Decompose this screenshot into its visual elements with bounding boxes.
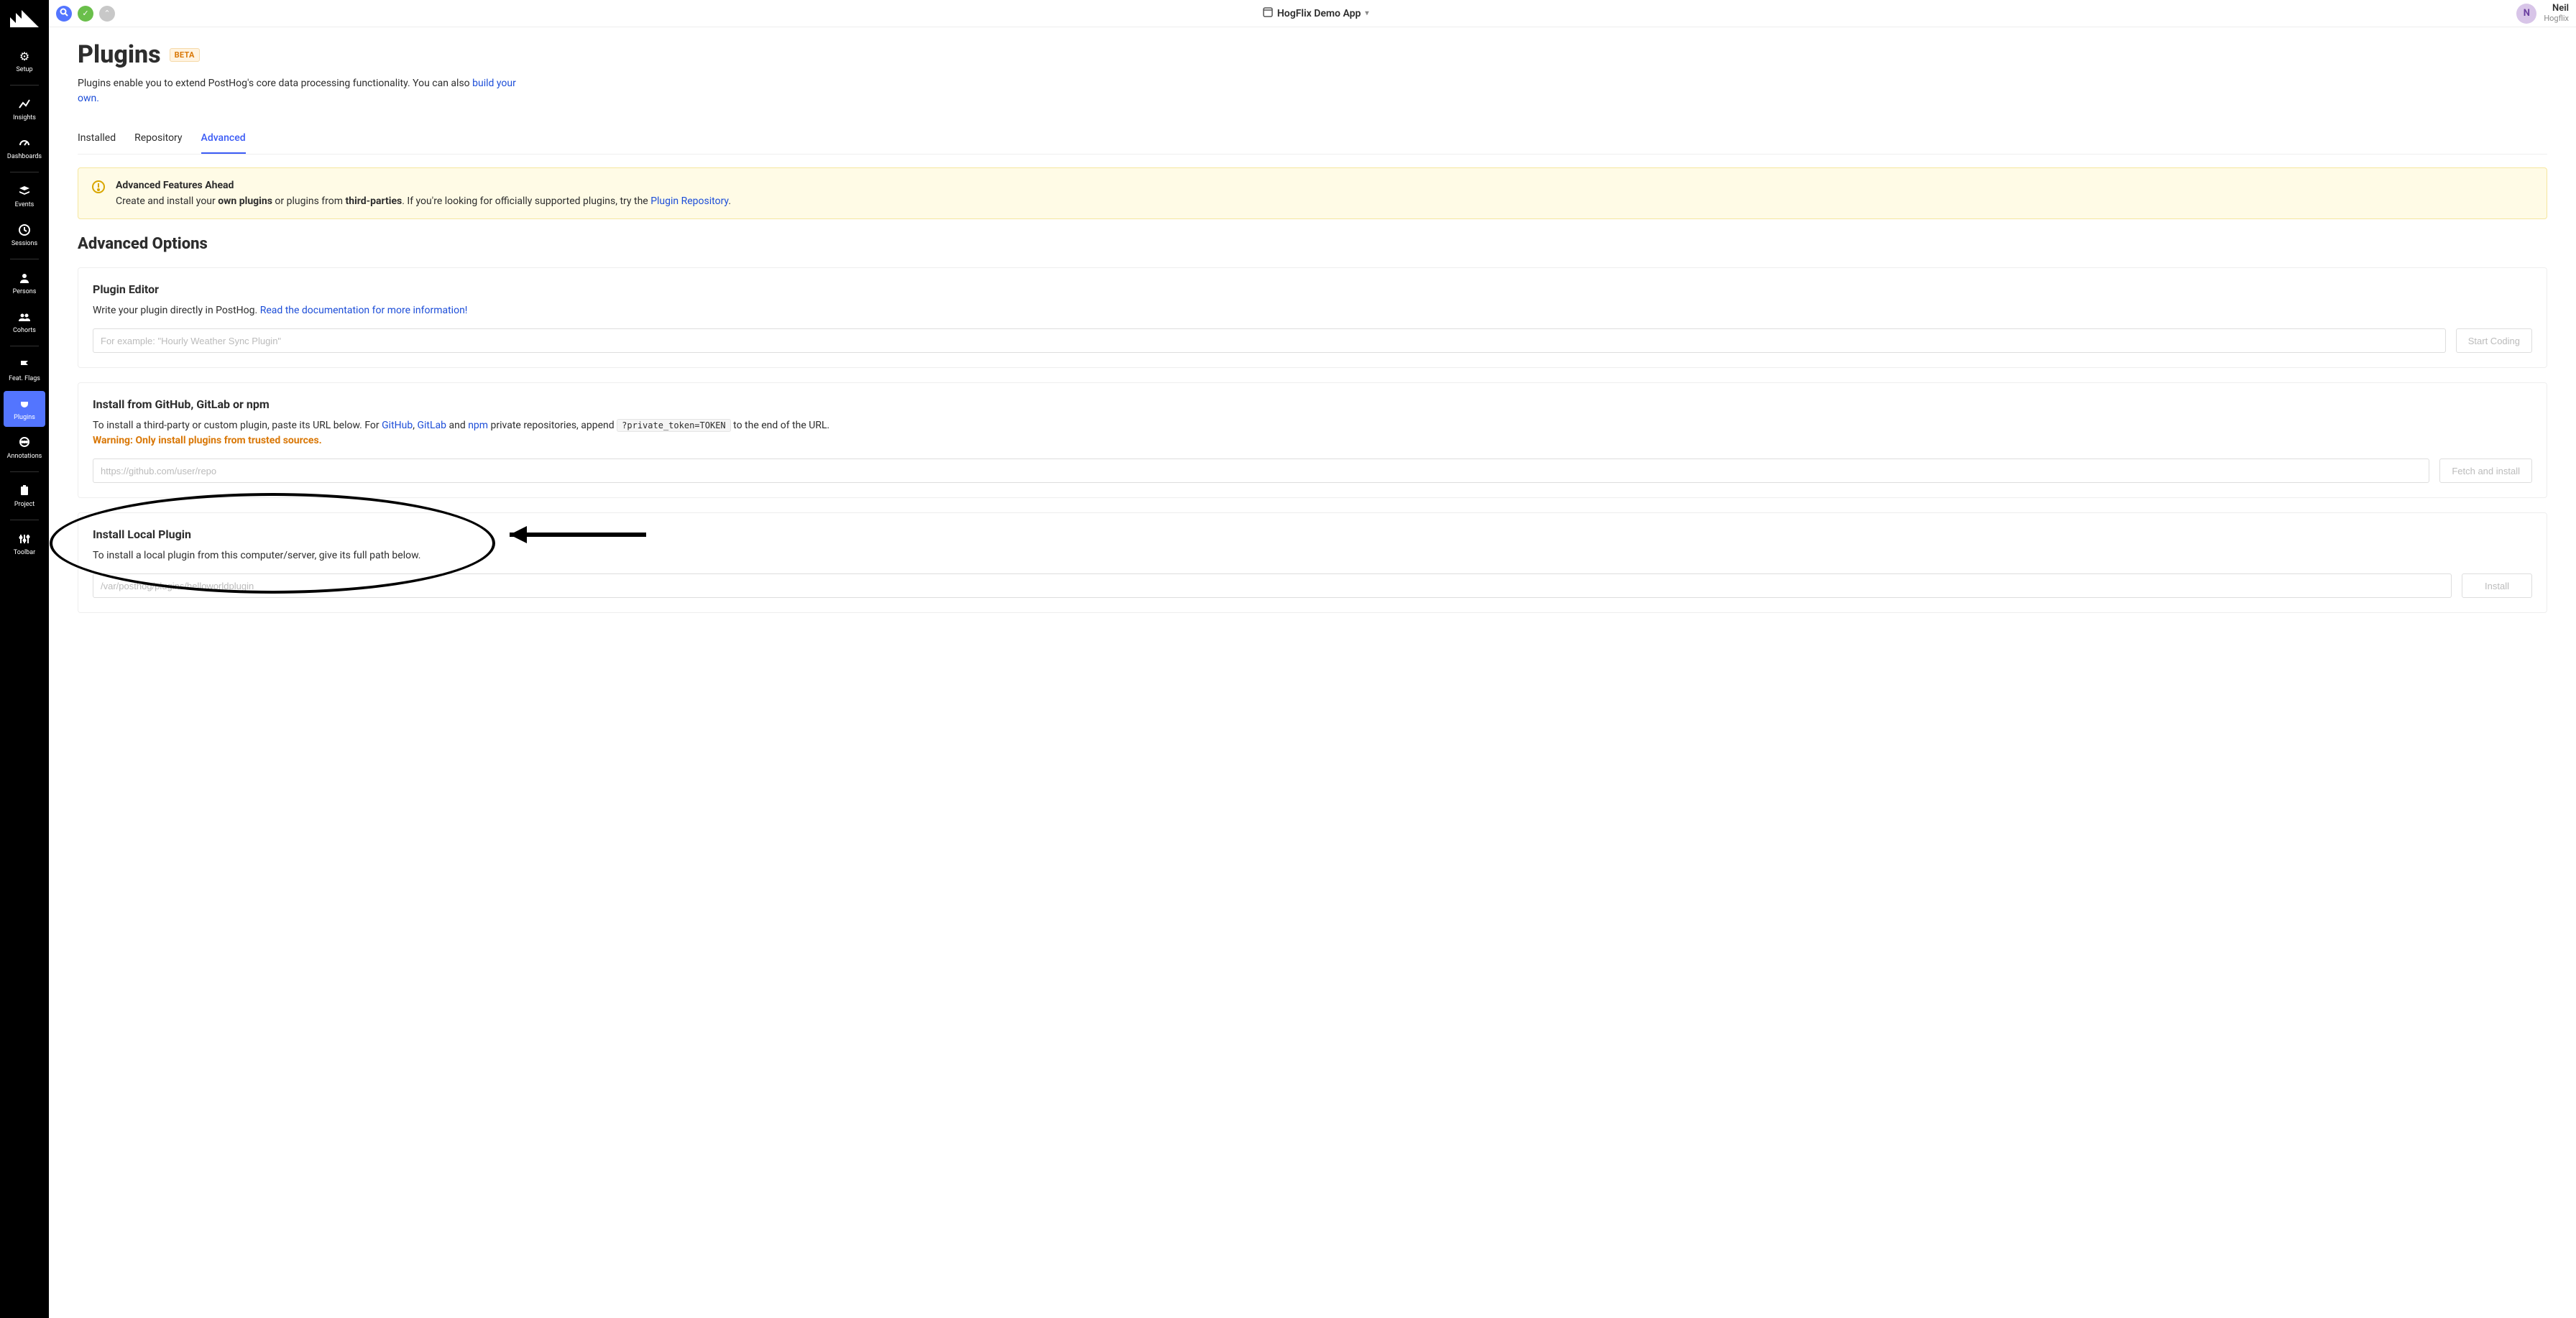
sidebar-item-label: Dashboards [7,153,42,160]
gauge-icon [17,136,32,150]
start-coding-button[interactable]: Start Coding [2456,328,2532,353]
app-icon [1263,7,1273,20]
tab-repository[interactable]: Repository [134,125,182,154]
status-ok-button[interactable]: ✓ [78,6,93,22]
sidebar-item-label: Annotations [7,453,42,460]
flag-icon [17,358,32,372]
sidebar-item-label: Persons [13,288,37,295]
sidebar-item-plugins[interactable]: Plugins [4,391,45,427]
card-title: Plugin Editor [93,282,2532,296]
sidebar-item-sessions[interactable]: Sessions [4,217,45,253]
card-desc: To install a third-party or custom plugi… [93,418,2532,448]
docs-link[interactable]: Read the documentation for more informat… [260,305,468,316]
repo-url-input[interactable] [93,458,2429,483]
fetch-install-button[interactable]: Fetch and install [2439,458,2532,483]
local-path-input[interactable] [93,573,2452,598]
sidebar-item-toolbar[interactable]: Toolbar [4,526,45,562]
logo [10,9,39,29]
advanced-options-heading: Advanced Options [78,235,2547,253]
card-desc: To install a local plugin from this comp… [93,548,2532,563]
install-local-card: Install Local Plugin To install a local … [78,512,2547,613]
install-warning: Warning: Only install plugins from trust… [93,435,322,446]
sidebar-item-label: Feat. Flags [9,375,40,382]
people-icon [17,310,32,324]
main: ✓ ⌃ HogFlix Demo App ▾ N Neil Hogflix [49,0,2576,1318]
sidebar-item-label: Insights [13,114,36,121]
topbar: ✓ ⌃ HogFlix Demo App ▾ N Neil Hogflix [49,0,2576,27]
clock-icon [17,223,32,237]
plug-icon [17,397,32,411]
app-switcher[interactable]: HogFlix Demo App ▾ [115,7,2516,20]
sidebar-item-project[interactable]: Project [4,478,45,514]
sliders-icon [17,532,32,546]
user-name: Neil [2552,4,2569,14]
user-menu[interactable]: Neil Hogflix [2544,4,2569,22]
beta-badge: BETA [170,48,200,62]
sidebar-item-label: Toolbar [14,549,35,556]
install-button[interactable]: Install [2462,573,2532,598]
sidebar-item-label: Cohorts [13,327,36,334]
content: Plugins BETA Plugins enable you to exten… [49,27,2576,656]
sidebar-item-annotations[interactable]: Annotations [4,430,45,466]
stack-icon [17,184,32,198]
warning-icon [91,180,106,194]
tabs: Installed Repository Advanced [78,125,2547,155]
divider [10,85,39,86]
chart-icon [17,97,32,111]
install-github-card: Install from GitHub, GitLab or npm To in… [78,382,2547,498]
sidebar-item-dashboards[interactable]: Dashboards [4,130,45,166]
sidebar-item-label: Project [14,501,34,508]
sidebar-item-label: Events [15,201,34,208]
sidebar-item-label: Sessions [12,240,37,247]
app-name: HogFlix Demo App [1277,8,1361,19]
person-icon [17,271,32,285]
sidebar-item-insights[interactable]: Insights [4,91,45,127]
sidebar: ⚙ Setup Insights Dashboards Events [0,0,49,1318]
chevron-down-icon: ▾ [1365,9,1368,17]
sidebar-item-label: Setup [16,66,32,73]
project-icon [17,484,32,498]
card-title: Install Local Plugin [93,527,2532,541]
avatar[interactable]: N [2516,4,2536,24]
page-subtitle: Plugins enable you to extend PostHog's c… [78,76,538,106]
plugin-name-input[interactable] [93,328,2446,353]
notice-title: Advanced Features Ahead [116,180,731,191]
github-link[interactable]: GitHub [382,420,413,431]
tab-installed[interactable]: Installed [78,125,116,154]
check-icon: ✓ [82,9,88,18]
token-snippet: ?private_token=TOKEN [617,419,731,432]
sidebar-item-cohorts[interactable]: Cohorts [4,304,45,340]
npm-link[interactable]: npm [468,420,488,431]
sidebar-item-featflags[interactable]: Feat. Flags [4,352,45,388]
divider [10,471,39,472]
advanced-notice: Advanced Features Ahead Create and insta… [78,167,2547,219]
notice-body: Create and install your own plugins or p… [116,195,731,207]
annotation-icon [17,436,32,450]
card-desc: Write your plugin directly in PostHog. R… [93,303,2532,318]
sidebar-item-persons[interactable]: Persons [4,265,45,301]
tab-advanced[interactable]: Advanced [201,125,246,154]
search-button[interactable] [56,6,72,22]
user-org: Hogflix [2544,14,2569,23]
sidebar-item-events[interactable]: Events [4,178,45,214]
chevron-up-icon: ⌃ [104,9,110,18]
gitlab-link[interactable]: GitLab [417,420,446,431]
collapse-button[interactable]: ⌃ [99,6,115,22]
sidebar-item-setup[interactable]: ⚙ Setup [4,43,45,79]
card-title: Install from GitHub, GitLab or npm [93,397,2532,411]
search-icon [60,8,68,19]
page-title: Plugins [78,40,161,69]
gear-icon: ⚙ [17,49,32,63]
sidebar-item-label: Plugins [14,414,35,421]
plugin-repository-link[interactable]: Plugin Repository [650,195,728,207]
plugin-editor-card: Plugin Editor Write your plugin directly… [78,267,2547,368]
